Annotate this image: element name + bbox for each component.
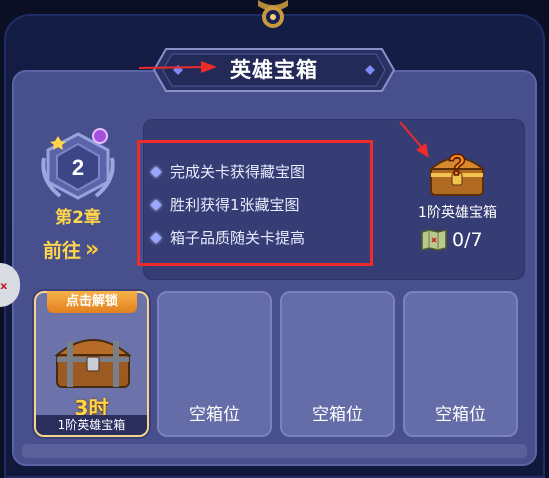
red-arrow-annotation [138, 61, 217, 73]
map-counter: 0/7 [420, 229, 483, 251]
treasure-map-icon [421, 229, 447, 251]
svg-text:?: ? [448, 149, 466, 182]
chest-slot-empty[interactable]: 空箱位 [280, 291, 395, 437]
wooden-chest-icon [54, 339, 132, 388]
empty-slot-label: 空箱位 [189, 405, 240, 425]
slot-chest-name: 1阶英雄宝箱 [36, 415, 147, 435]
mystery-chest-icon[interactable]: ? [425, 145, 489, 197]
unlock-button[interactable]: 点击解锁 [47, 291, 137, 313]
chapter-name: 第2章 [55, 208, 101, 228]
top-ornament-icon [258, 0, 288, 28]
chest-slot-active[interactable]: 点击解锁 3时 1阶英雄宝箱 [34, 291, 149, 437]
goto-chapter-button[interactable]: 前往 » [43, 236, 99, 263]
chest-slot-empty[interactable]: 空箱位 [403, 291, 518, 437]
goto-label: 前往 [43, 240, 82, 262]
chapter-badge-icon: 2 [41, 128, 115, 200]
side-tab-icon: ₓ [0, 273, 8, 294]
chapter-number: 2 [72, 155, 84, 180]
red-highlight-annotation [137, 140, 373, 266]
map-count-text: 0/7 [452, 229, 483, 251]
empty-slot-label: 空箱位 [435, 405, 486, 425]
chevron-right-icon: » [85, 237, 99, 262]
bottom-bar [22, 444, 527, 458]
chest-slot-empty[interactable]: 空箱位 [157, 291, 272, 437]
empty-slot-label: 空箱位 [312, 405, 363, 425]
reward-chest-name: 1阶英雄宝箱 [418, 205, 497, 221]
